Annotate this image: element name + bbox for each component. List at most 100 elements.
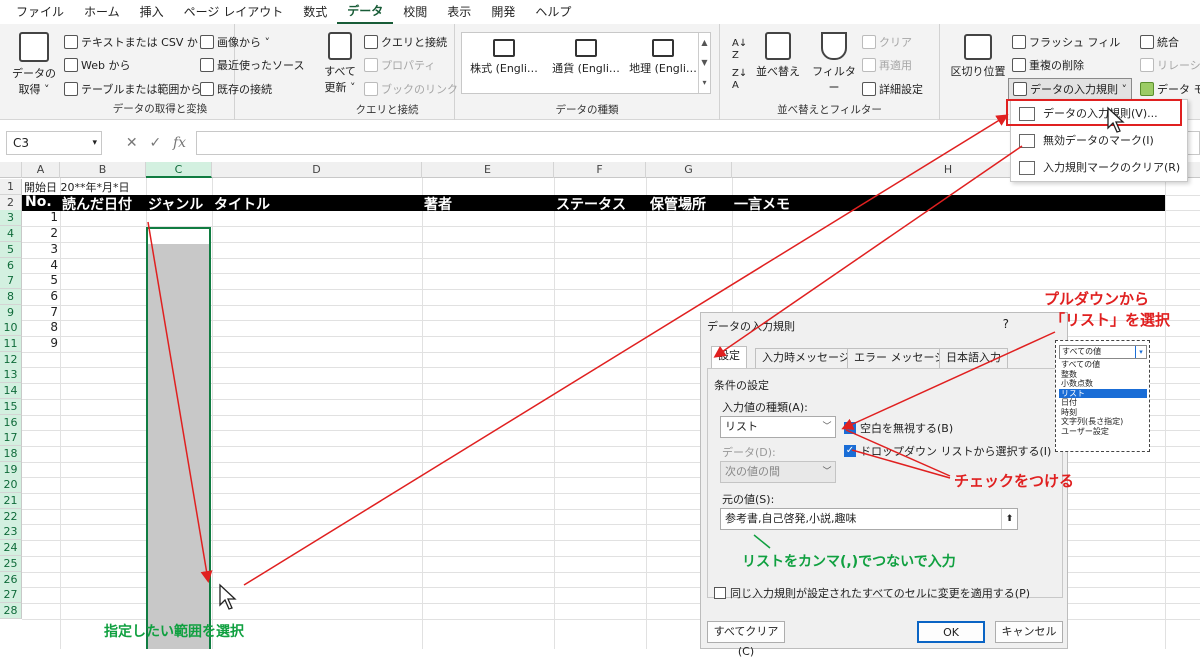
select-all-corner[interactable] [0,162,22,178]
row-header[interactable]: 18 [0,445,22,462]
allow-type-option[interactable]: 日付 [1059,398,1147,408]
tab-file[interactable]: ファイル [6,0,74,24]
allow-type-option[interactable]: 小数点数 [1059,379,1147,389]
sort-az-button[interactable]: A↓ Z [732,38,747,62]
allow-type-select[interactable]: すべての値 ▾ [1059,345,1147,359]
gallery-scroll[interactable]: ▲ ▼ ▾ [698,33,710,93]
row-header[interactable]: 1 [0,179,22,195]
cancel-icon[interactable]: ✕ [126,135,138,151]
allow-select[interactable]: リスト ﹀ [720,416,836,438]
row-header[interactable]: 25 [0,555,22,572]
header-no[interactable]: No. [25,194,52,210]
header-memo[interactable]: 一言メモ [734,194,790,214]
sort-za-button[interactable]: Z↓ A [732,68,747,92]
clear-all-button[interactable]: すべてクリア(C) [707,621,785,658]
get-data-button[interactable]: データの 取得 ˅ [10,32,58,97]
row-header[interactable]: 16 [0,414,22,431]
currency-type[interactable]: 通貨 (Engli… [548,39,624,79]
cell-number[interactable]: 5 [22,273,58,287]
allow-type-option[interactable]: すべての値 [1059,360,1147,370]
row-header[interactable]: 3 [0,210,22,227]
tab-ime-mode[interactable]: 日本語入力 [939,348,1008,368]
data-select[interactable]: 次の値の間 ﹀ [720,461,836,483]
cell-number[interactable]: 1 [22,210,58,224]
web-button[interactable]: Web から [64,57,130,73]
tab-home[interactable]: ホーム [74,0,130,24]
allow-type-option[interactable]: 整数 [1059,370,1147,380]
filter-button[interactable]: フィルター [810,32,858,95]
row-header[interactable]: 2 [0,194,22,211]
table-range-button[interactable]: テーブルまたは範囲から [64,81,201,97]
row-header[interactable]: 13 [0,367,22,384]
tab-input-message[interactable]: 入力時メッセージ [755,348,857,368]
col-header-b[interactable]: B [60,162,146,178]
help-icon[interactable]: ? [1003,317,1009,331]
row-header[interactable]: 28 [0,602,22,619]
row-header[interactable]: 22 [0,508,22,525]
menu-item-clear-circles[interactable]: 入力規則マークのクリア(R) [1019,158,1180,178]
row-header[interactable]: 10 [0,320,22,337]
tab-page-layout[interactable]: ページ レイアウト [174,0,294,24]
properties-button[interactable]: プロパティ [364,57,435,73]
cell-number[interactable]: 6 [22,289,58,303]
row-header[interactable]: 17 [0,430,22,447]
row-header[interactable]: 7 [0,273,22,290]
row-header[interactable]: 11 [0,336,22,352]
row-header[interactable]: 23 [0,524,22,541]
cell-number[interactable]: 3 [22,242,58,256]
row-header[interactable]: 15 [0,398,22,415]
row-header[interactable]: 8 [0,288,22,305]
header-title[interactable]: タイトル [214,194,270,214]
selected-range[interactable] [146,227,211,649]
queries-connections-button[interactable]: クエリと接続 [364,34,447,50]
allow-type-option[interactable]: 文字列(長さ指定) [1059,417,1147,427]
flash-fill-button[interactable]: フラッシュ フィル [1012,34,1120,50]
row-header[interactable]: 21 [0,493,22,509]
row-header[interactable]: 6 [0,257,22,274]
row-header[interactable]: 12 [0,351,22,368]
reapply-button[interactable]: 再適用 [862,57,912,73]
tab-view[interactable]: 表示 [437,0,481,24]
allow-type-option[interactable]: 時刻 [1059,408,1147,418]
header-status[interactable]: ステータス [556,194,626,214]
recent-sources-button[interactable]: 最近使ったソース [200,57,304,73]
row-header[interactable]: 27 [0,587,22,604]
row-header[interactable]: 24 [0,540,22,557]
text-csv-button[interactable]: テキストまたは CSV から [64,34,209,50]
collapse-dialog-icon[interactable]: ⬆ [1001,509,1017,529]
allow-type-option[interactable]: ユーザー設定 [1059,427,1147,437]
sort-button[interactable]: 並べ替え [754,32,802,79]
allow-type-option[interactable]: リスト [1059,388,1147,398]
data-validation-button[interactable]: データの入力規則 ˅ [1008,78,1132,100]
cancel-button[interactable]: キャンセル [995,621,1063,643]
header-author[interactable]: 著者 [424,194,452,214]
check-icon[interactable]: ✓ [149,135,161,151]
tab-developer[interactable]: 開発 [481,0,525,24]
cell-number[interactable]: 9 [22,336,58,350]
remove-duplicates-button[interactable]: 重複の削除 [1012,57,1084,73]
advanced-filter-button[interactable]: 詳細設定 [862,81,923,97]
row-header[interactable]: 9 [0,304,22,321]
tab-insert[interactable]: 挿入 [130,0,174,24]
col-header-g[interactable]: G [646,162,732,178]
menu-item-circle-invalid[interactable]: 無効データのマーク(I) [1019,131,1154,151]
stocks-type[interactable]: 株式 (Engli… [468,39,540,79]
existing-connections-button[interactable]: 既存の接続 [200,81,272,97]
clear-filter-button[interactable]: クリア [862,34,912,50]
cell-number[interactable]: 2 [22,226,58,240]
consolidate-button[interactable]: 統合 [1140,34,1179,50]
refresh-all-button[interactable]: すべて 更新 ˅ [322,32,358,95]
tab-data[interactable]: データ [337,0,394,24]
col-header-e[interactable]: E [422,162,554,178]
header-genre[interactable]: ジャンル [148,194,203,214]
tab-help[interactable]: ヘルプ [525,0,581,24]
fx-icon[interactable]: fx [173,135,186,151]
cell-number[interactable]: 7 [22,305,58,319]
header-location[interactable]: 保管場所 [650,194,706,214]
col-header-f[interactable]: F [554,162,646,178]
data-model-button[interactable]: データ モ [1140,81,1200,97]
apply-all-checkbox[interactable]: 同じ入力規則が設定されたすべてのセルに変更を適用する(P) [714,585,1030,601]
col-header-d[interactable]: D [212,162,422,178]
tab-settings[interactable]: 設定 [711,346,747,368]
header-date[interactable]: 読んだ日付 [62,194,132,214]
